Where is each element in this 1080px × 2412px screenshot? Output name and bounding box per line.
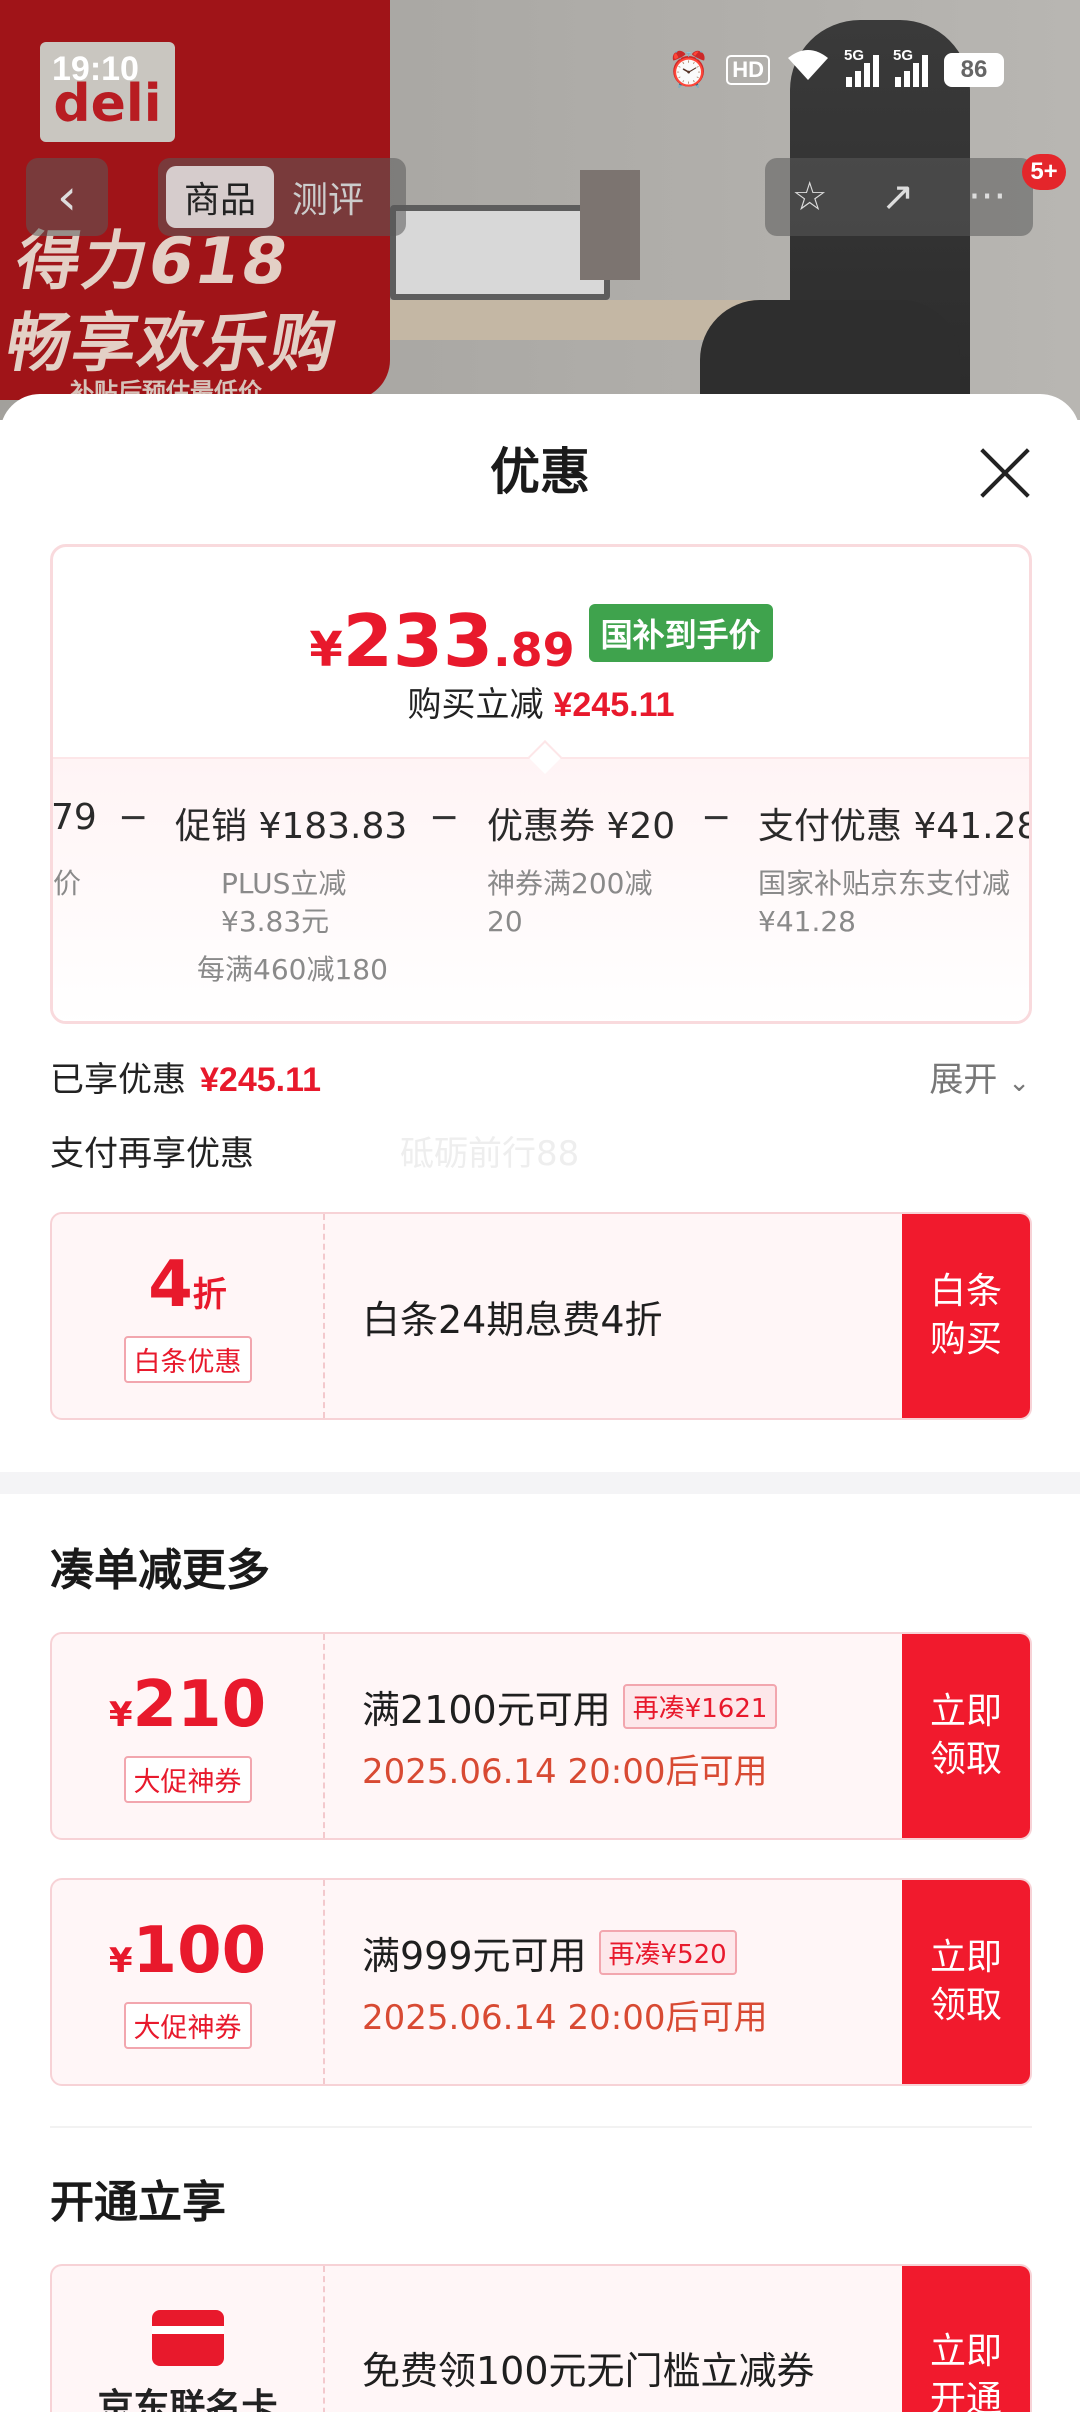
coupon-extra-badge: 再凑¥520 — [598, 1930, 737, 1975]
baitiao-tag: 白条优惠 — [123, 1335, 252, 1383]
coupon-value: ¥100 — [108, 1913, 267, 1988]
purchase-savings: 购买立减 ¥245.11 — [53, 677, 1029, 726]
alarm-icon: ⏰ — [667, 50, 711, 89]
sheet-title: 优惠 — [490, 443, 590, 501]
enjoyed-discount: 已享优惠 ¥245.11 — [50, 1052, 321, 1101]
coupon-value: ¥210 — [108, 1667, 267, 1742]
breakdown-sub-coupon-1: 神券满200减 — [487, 867, 653, 900]
expand-button[interactable]: 展开 ⌄ — [929, 1052, 1030, 1101]
close-icon[interactable] — [975, 444, 1035, 504]
price-decimal: .89 — [493, 623, 575, 677]
coupon-amount: ¥100 大促神券 — [52, 1880, 325, 2084]
breakdown-sub-base: 价 — [53, 867, 82, 900]
coupon-card: ¥100 大促神券 满999元可用 再凑¥520 2025.06.14 20:00… — [50, 1878, 1032, 2086]
baitiao-buy-button[interactable]: 白条购买 — [902, 1214, 1030, 1418]
coupon-amount: ¥210 大促神券 — [52, 1634, 325, 1838]
savings-label: 购买立减 — [407, 685, 544, 725]
final-price: ¥ 233 .89 国补到手价 — [53, 599, 1029, 683]
membership-label: 京东联名卡 — [97, 2387, 278, 2412]
breakdown-sub-coupon-2: 20 — [487, 905, 523, 938]
baitiao-card: 4折 白条优惠 白条24期息费4折 白条购买 — [50, 1212, 1032, 1420]
coupon-info: 满999元可用 再凑¥520 2025.06.14 20:00后可用 — [362, 1880, 767, 2084]
breakdown-sub-promo-3: 每满460减180 — [197, 953, 388, 986]
expand-label: 展开 — [929, 1060, 998, 1100]
breakdown-item-payment: 支付优惠 ¥41.28 — [758, 806, 1032, 847]
coupon-condition: 满2100元可用 再凑¥1621 — [362, 1679, 778, 1734]
chevron-down-icon: ⌄ — [1008, 1068, 1030, 1098]
section-title-more: 凑单减更多 — [50, 1545, 270, 1596]
claim-coupon-button[interactable]: 立即领取 — [902, 1880, 1030, 2084]
coupon-card: ¥210 大促神券 满2100元可用 再凑¥1621 2025.06.14 20:… — [50, 1632, 1032, 1840]
section-separator — [50, 2126, 1032, 2128]
star-icon[interactable]: ☆ — [792, 174, 828, 220]
coupon-tag: 大促神券 — [123, 1755, 252, 1803]
breakdown-sub-payment-2: ¥41.28 — [758, 905, 856, 938]
status-icons: ⏰ HD 5G 5G 86 — [667, 47, 1004, 91]
status-bar: 19:10 ⏰ HD 5G 5G 86 — [0, 0, 1080, 140]
coupon-condition: 满999元可用 再凑¥520 — [362, 1925, 767, 1980]
breakdown-sub-promo-2: ¥3.83元 — [221, 905, 330, 938]
breakdown-sub-promo-1: PLUS立减 — [221, 867, 347, 900]
section-title-open: 开通立享 — [50, 2177, 226, 2228]
product-tabs: 商品 测评 — [158, 158, 406, 236]
membership-left: 京东联名卡 — [52, 2266, 325, 2412]
subsidy-price-tag: 国补到手价 — [588, 604, 773, 662]
price-integer: 233 — [342, 599, 494, 683]
share-icon[interactable]: ↗ — [881, 174, 915, 220]
coupon-info: 满2100元可用 再凑¥1621 2025.06.14 20:00后可用 — [362, 1634, 778, 1838]
savings-value: ¥245.11 — [553, 686, 675, 724]
coupon-date: 2025.06.14 20:00后可用 — [362, 1998, 768, 2038]
battery-icon: 86 — [944, 52, 1004, 87]
claim-coupon-button[interactable]: 立即领取 — [902, 1634, 1030, 1838]
minus-sign: − — [118, 797, 149, 838]
nav-actions: ☆ ↗ ··· — [765, 158, 1033, 236]
coupon-date: 2025.06.14 20:00后可用 — [362, 1752, 768, 1792]
pay-more-title: 支付再享优惠 — [50, 1134, 254, 1174]
background-shelf — [580, 170, 640, 280]
minus-sign: − — [429, 797, 460, 838]
back-button[interactable]: ‹ — [26, 158, 108, 236]
section-divider — [0, 1472, 1080, 1494]
baitiao-desc: 白条24期息费4折 — [362, 1297, 663, 1342]
baitiao-discount-value: 4折 — [148, 1247, 227, 1322]
membership-desc: 免费领100元无门槛立减券 — [362, 2349, 815, 2393]
minus-sign: − — [701, 797, 732, 838]
discount-sheet: 优惠 ¥ 233 .89 国补到手价 购买立减 ¥245.11 79 价 − 促销… — [0, 394, 1080, 2412]
hd-icon: HD — [726, 54, 770, 85]
background-monitor — [390, 205, 610, 300]
status-time: 19:10 — [52, 50, 139, 88]
message-badge: 5+ — [1022, 154, 1066, 190]
tab-product[interactable]: 商品 — [166, 166, 275, 228]
breakdown-item-promo: 促销 ¥183.83 — [175, 806, 408, 847]
price-symbol: ¥ — [309, 622, 343, 678]
breakdown-sub-payment-1: 国家补贴京东支付减 — [758, 867, 1011, 900]
chevron-left-icon: ‹ — [57, 168, 77, 226]
baitiao-info: 白条24期息费4折 — [362, 1214, 663, 1418]
banner-slogan-2: 畅享欢乐购 — [0, 307, 344, 381]
signal-icon-2: 5G — [893, 47, 928, 87]
baitiao-discount: 4折 白条优惠 — [52, 1214, 325, 1418]
watermark-text: 砥砺前行88 — [400, 1134, 580, 1174]
coupon-tag: 大促神券 — [123, 2001, 252, 2049]
membership-card: 京东联名卡 免费领100元无门槛立减券 立即开通 — [50, 2264, 1032, 2412]
wifi-icon — [786, 48, 830, 91]
enjoyed-value: ¥245.11 — [200, 1061, 322, 1099]
breakdown-item-coupon: 优惠券 ¥20 — [487, 806, 676, 847]
coupon-extra-badge: 再凑¥1621 — [622, 1684, 778, 1729]
signal-icon: 5G — [844, 47, 879, 87]
more-icon[interactable]: ··· — [968, 174, 1006, 220]
membership-info: 免费领100元无门槛立减券 — [362, 2266, 815, 2412]
tab-review[interactable]: 测评 — [274, 166, 382, 228]
credit-card-icon — [151, 2310, 224, 2366]
breakdown-item-base: 79 — [51, 797, 97, 838]
open-membership-button[interactable]: 立即开通 — [902, 2266, 1030, 2412]
enjoyed-label: 已享优惠 — [50, 1060, 186, 1100]
price-card: ¥ 233 .89 国补到手价 购买立减 ¥245.11 79 价 − 促销 ¥1… — [50, 544, 1032, 1024]
